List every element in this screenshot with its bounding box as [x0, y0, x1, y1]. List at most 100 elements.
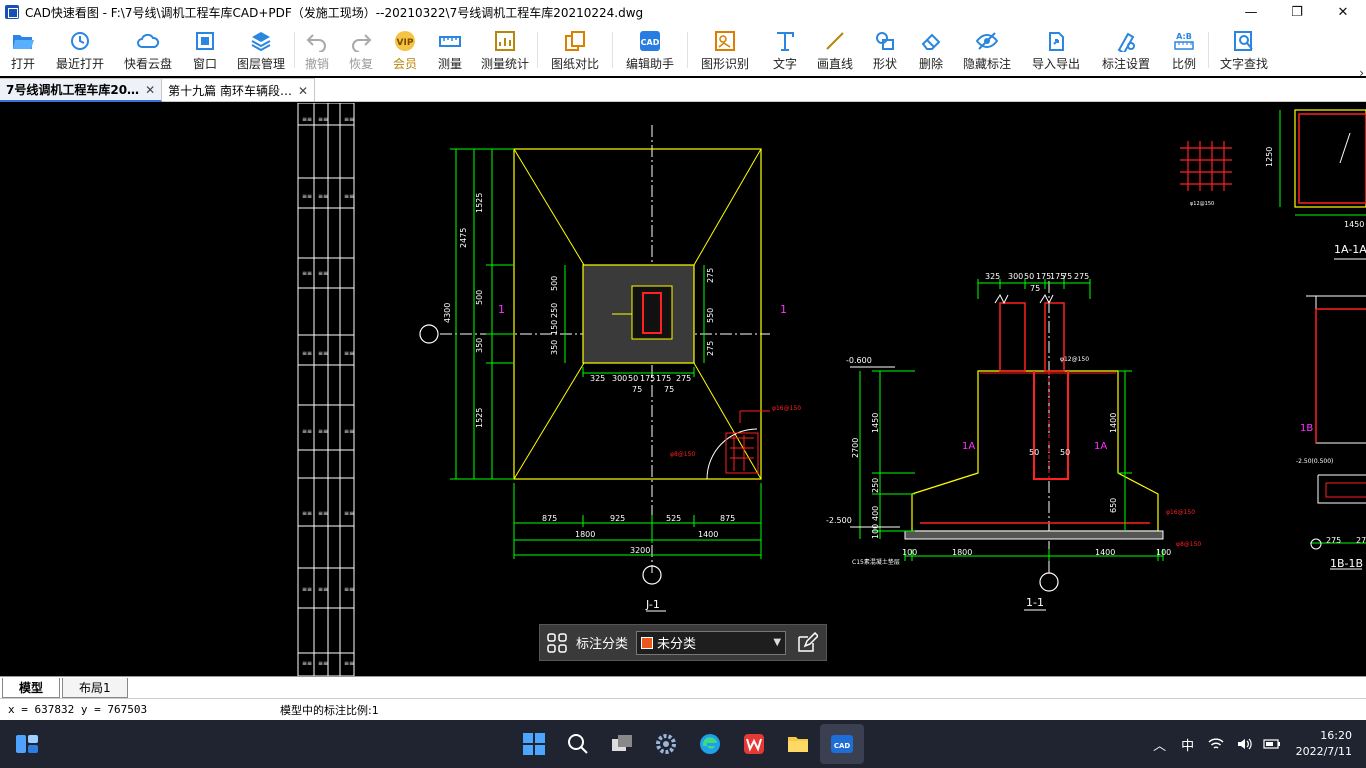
wifi-icon[interactable]	[1205, 733, 1227, 755]
import-export-button[interactable]: 导入导出	[1020, 24, 1092, 76]
hide-annotation-button[interactable]: 隐藏标注	[954, 24, 1020, 76]
close-tab-icon[interactable]: ✕	[298, 84, 308, 98]
measure-button[interactable]: 测量	[427, 24, 473, 76]
text-button[interactable]: 文字	[762, 24, 808, 76]
svg-text:≡≡: ≡≡	[318, 116, 328, 123]
annotation-settings-button[interactable]: 标注设置	[1092, 24, 1160, 76]
close-button[interactable]: ✕	[1320, 0, 1366, 24]
text-search-button[interactable]: 文字查找	[1209, 24, 1279, 76]
shape-recognition-button[interactable]: 图形识别	[688, 24, 762, 76]
svg-text:≡≡: ≡≡	[344, 428, 354, 435]
svg-text:≡≡: ≡≡	[302, 350, 312, 357]
widgets-icon[interactable]	[14, 732, 40, 756]
close-tab-icon[interactable]: ✕	[145, 83, 155, 97]
dim-sec-bottom-4: 100	[1156, 548, 1171, 557]
window-button[interactable]: 窗口	[182, 24, 228, 76]
scale-button[interactable]: A:B 比例	[1160, 24, 1208, 76]
svg-text:≡≡: ≡≡	[318, 586, 328, 593]
dim-sec-top-7: 275	[1074, 272, 1089, 281]
system-tray: ︿ 中 16:20 2022/7/11	[1146, 720, 1366, 768]
detail-dim-3: 275	[1326, 536, 1341, 545]
tab-layout1[interactable]: 布局1	[62, 678, 128, 698]
draw-line-label: 画直线	[816, 57, 853, 71]
annotation-category-select[interactable]: 未分类 ▼	[636, 630, 787, 655]
vip-label: 会员	[392, 57, 417, 71]
cad-app[interactable]: CAD	[820, 724, 864, 764]
edge-app[interactable]	[688, 724, 732, 764]
svg-text:≡≡: ≡≡	[318, 350, 328, 357]
recent-clock-icon	[71, 32, 89, 50]
settings-app[interactable]	[644, 724, 688, 764]
detail-rebar-note: φ12@150	[1190, 201, 1214, 207]
recent-open-button[interactable]: 最近打开	[46, 24, 114, 76]
section-mark-left: 1	[498, 303, 505, 316]
measure-stats-icon	[495, 31, 515, 51]
draw-line-button[interactable]: 画直线	[808, 24, 862, 76]
rebar-note-2: φ8@150	[670, 451, 695, 458]
dim-sec-right-1: 1400	[1109, 413, 1118, 433]
title-bar: CAD快速看图 - F:\7号线\调机工程车库CAD+PDF（发施工现场）--2…	[0, 0, 1366, 24]
dim-plan-6: 1400	[698, 530, 718, 539]
category-selected-value: 未分类	[657, 637, 697, 652]
annotation-settings-icon	[1117, 32, 1135, 52]
cad-drawing: ≡≡ ≡≡ ≡≡ ≡≡ ≡≡ ≡≡ ≡≡ ≡≡ ≡≡ ≡≡ ≡≡ ≡≡ ≡≡ ≡≡ ≡≡ ≡≡ ≡≡ …	[297, 103, 1366, 676]
grid-icon[interactable]	[546, 632, 568, 654]
cursor-coordinates: x = 637832 y = 767503	[8, 703, 148, 716]
edit-icon[interactable]	[796, 631, 819, 654]
drawing-compare-button[interactable]: 图纸对比	[538, 24, 612, 76]
ime-indicator[interactable]: 中	[1177, 733, 1199, 755]
dim-plan-2: 925	[610, 514, 625, 523]
main-toolbar: 打开 最近打开 快看云盘 窗口 图层管理 撤销 恢复 VIP 会员 测量 测量统…	[0, 24, 1366, 80]
search-button[interactable]	[556, 724, 600, 764]
dim-col-r1: 275	[706, 268, 715, 283]
svg-text:A:B: A:B	[1176, 32, 1192, 41]
dim-col-r3: 275	[706, 341, 715, 356]
shape-button[interactable]: 形状	[862, 24, 908, 76]
text-search-label: 文字查找	[1219, 57, 1268, 71]
undo-button[interactable]: 撤销	[295, 24, 339, 76]
measure-stats-button[interactable]: 测量统计	[473, 24, 537, 76]
detail-1a-1a	[1180, 109, 1366, 260]
delete-label: 删除	[918, 57, 943, 71]
system-clock[interactable]: 16:20 2022/7/11	[1296, 728, 1352, 760]
tab-current-drawing[interactable]: 7号线调机工程车库20… ✕	[0, 78, 163, 102]
volume-icon[interactable]	[1233, 733, 1255, 755]
delete-button[interactable]: 删除	[908, 24, 954, 76]
open-button[interactable]: 打开	[0, 24, 46, 76]
edge-icon	[700, 734, 720, 754]
drawing-canvas[interactable]: ≡≡ ≡≡ ≡≡ ≡≡ ≡≡ ≡≡ ≡≡ ≡≡ ≡≡ ≡≡ ≡≡ ≡≡ ≡≡ ≡≡ ≡≡ ≡≡ ≡≡ …	[0, 103, 1366, 676]
tab-model[interactable]: 模型	[2, 678, 61, 698]
svg-text:≡≡: ≡≡	[302, 428, 312, 435]
tab-second-drawing[interactable]: 第十九篇 南环车辆段… ✕	[162, 78, 316, 102]
redo-button[interactable]: 恢复	[339, 24, 383, 76]
layer-manager-button[interactable]: 图层管理	[228, 24, 294, 76]
vip-button[interactable]: VIP 会员	[383, 24, 427, 76]
dim-sec-left-3: 250	[871, 478, 880, 493]
sec-inner-3: 75	[1030, 284, 1040, 293]
file-explorer-icon	[788, 737, 808, 752]
wps-app[interactable]	[732, 724, 776, 764]
elev-bottom: -2.500	[826, 516, 852, 525]
svg-text:≡≡: ≡≡	[318, 270, 328, 277]
svg-text:≡≡: ≡≡	[302, 193, 312, 200]
restore-button[interactable]: ❐	[1274, 0, 1320, 24]
detail-elev: -2.50(0.500)	[1296, 458, 1333, 465]
taskbar-apps: CAD	[512, 720, 864, 768]
minimize-button[interactable]: —	[1228, 0, 1274, 24]
battery-icon[interactable]	[1261, 733, 1283, 755]
cloud-drive-label: 快看云盘	[123, 57, 172, 71]
edit-assistant-button[interactable]: CAD 编辑助手	[613, 24, 687, 76]
task-view-button[interactable]	[600, 724, 644, 764]
file-explorer-app[interactable]	[776, 724, 820, 764]
clock-time: 16:20	[1320, 729, 1352, 742]
dim-col-3: 50	[628, 374, 638, 383]
dim-col-r2: 550	[706, 308, 715, 323]
undo-label: 撤销	[304, 57, 329, 71]
start-button[interactable]	[512, 724, 556, 764]
recent-open-label: 最近打开	[55, 57, 104, 71]
measure-stats-label: 测量统计	[480, 57, 529, 71]
chevron-up-icon[interactable]: ︿	[1149, 733, 1171, 755]
cloud-drive-button[interactable]: 快看云盘	[114, 24, 182, 76]
cad-app-icon: CAD	[831, 735, 853, 753]
dim-plan-3: 525	[666, 514, 681, 523]
